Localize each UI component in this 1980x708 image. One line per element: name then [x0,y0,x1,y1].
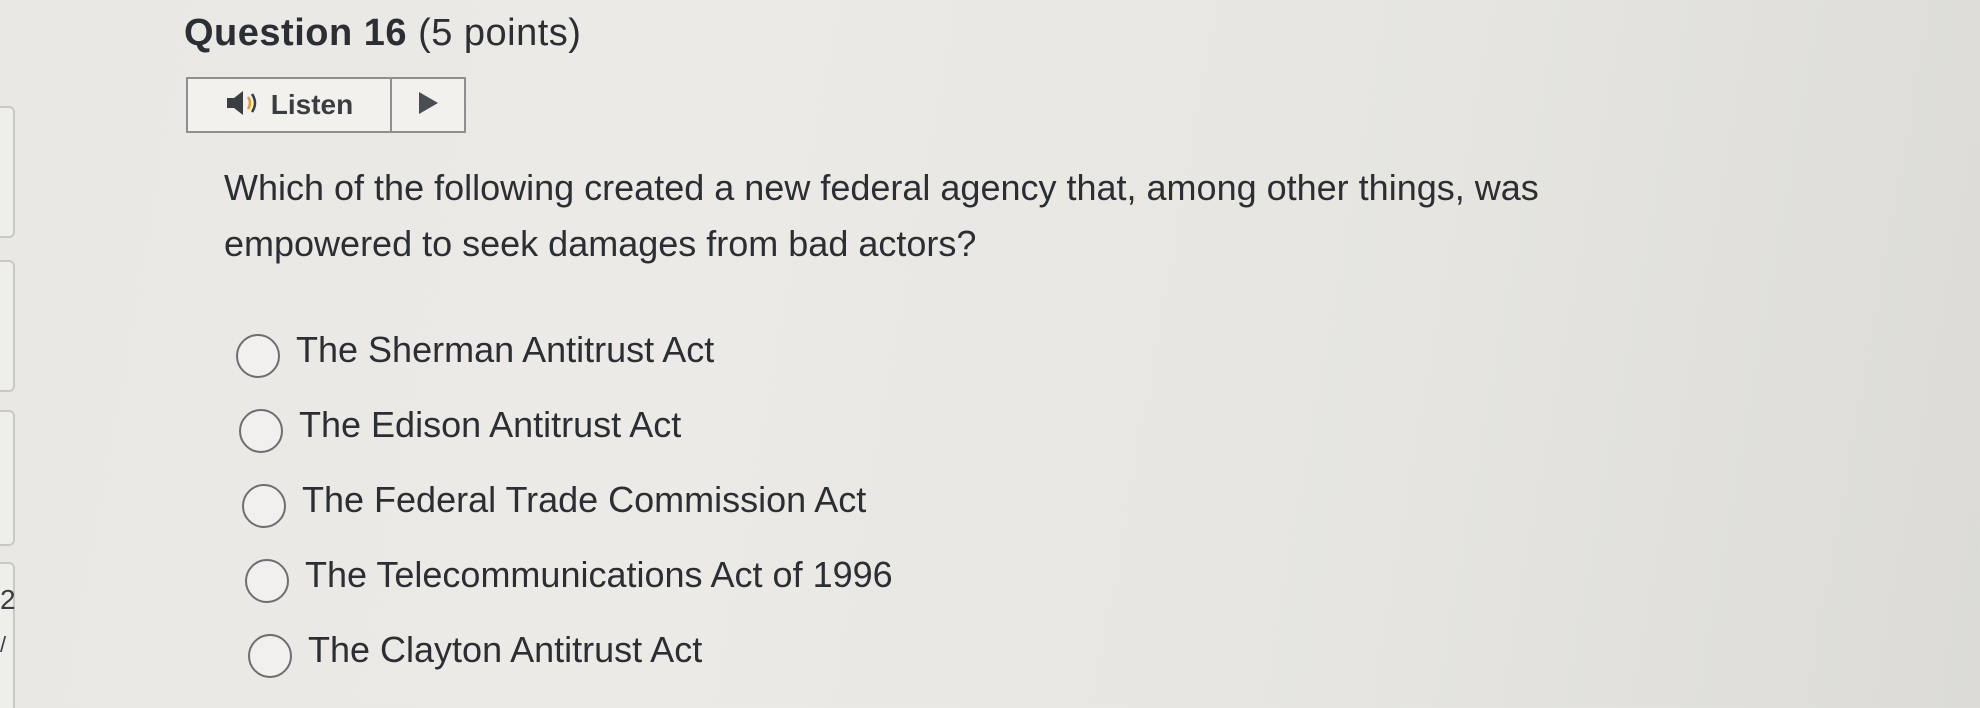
question-title: Question 16 [184,12,407,54]
radio-button[interactable] [236,333,280,378]
listen-button[interactable]: Listen [188,79,392,131]
question-heading: Question 16 (5 points) [184,12,581,55]
radio-button[interactable] [245,558,289,603]
answer-option[interactable]: The Clayton Antitrust Act [248,618,893,693]
listen-control: Listen [186,77,466,133]
play-icon [416,90,440,121]
play-button[interactable] [392,79,464,131]
answer-option[interactable]: The Edison Antitrust Act [239,393,893,468]
speaker-icon [225,88,261,123]
answer-label: The Federal Trade Commission Act [302,478,867,520]
nav-question-box[interactable] [0,410,15,546]
radio-button[interactable] [239,408,283,453]
answer-label: The Telecommunications Act of 1996 [305,553,893,595]
answer-option[interactable]: The Sherman Antitrust Act [236,318,893,393]
radio-button[interactable] [242,483,286,528]
nav-question-number: 2 [0,584,16,615]
answer-label: The Sherman Antitrust Act [296,328,715,370]
question-points: (5 points) [418,12,582,54]
answer-option[interactable]: The Federal Trade Commission Act [242,468,893,543]
question-text: Which of the following created a new fed… [224,167,1539,264]
answer-label: The Edison Antitrust Act [299,403,682,445]
listen-label: Listen [270,89,354,120]
nav-question-box[interactable] [0,106,15,238]
nav-question-box[interactable] [0,260,15,392]
question-navigator: 2 / [0,0,40,708]
radio-button[interactable] [248,633,292,678]
nav-status-mark: / [0,632,7,657]
answer-options: The Sherman Antitrust Act The Edison Ant… [236,318,893,693]
answer-option[interactable]: The Telecommunications Act of 1996 [245,543,893,618]
answer-label: The Clayton Antitrust Act [308,628,703,670]
